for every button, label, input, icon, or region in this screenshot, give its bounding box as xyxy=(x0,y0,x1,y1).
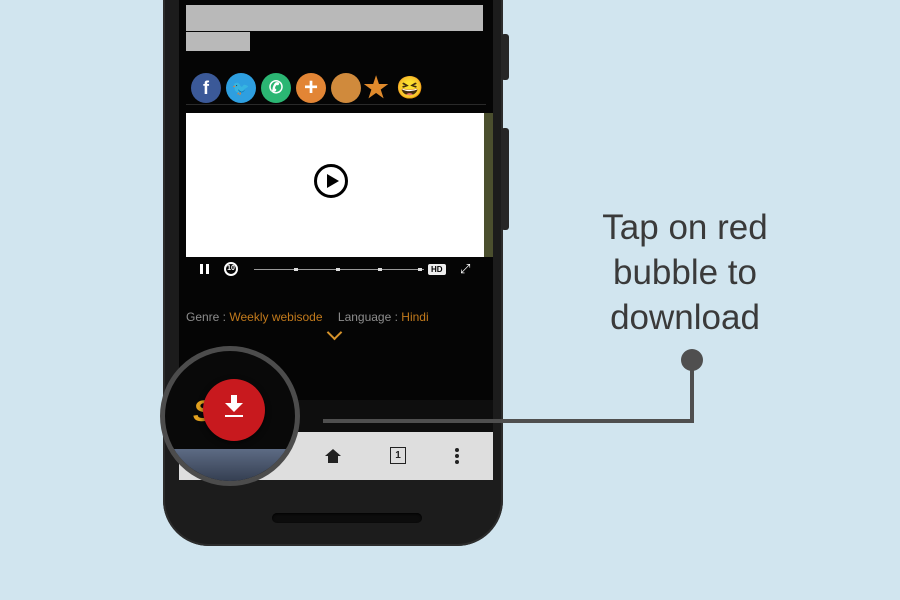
seek-bar[interactable] xyxy=(254,268,424,271)
tabs-icon[interactable]: 1 xyxy=(390,447,406,464)
volume-button xyxy=(501,128,509,230)
quality-badge[interactable]: HD xyxy=(428,264,446,275)
facebook-icon[interactable]: f xyxy=(191,73,221,103)
callout-connector xyxy=(323,419,694,423)
twitter-icon[interactable]: 🐦 xyxy=(226,73,256,103)
play-icon[interactable] xyxy=(314,164,348,198)
power-button xyxy=(501,34,509,80)
language-value: Hindi xyxy=(401,310,429,324)
subtitle-placeholder xyxy=(186,32,250,51)
star-icon[interactable]: ★ xyxy=(361,73,391,103)
callout-line: bubble to xyxy=(612,253,758,292)
seek-marker xyxy=(336,268,340,271)
watch-icon[interactable] xyxy=(331,73,361,103)
title-placeholder xyxy=(186,5,483,31)
plus-icon[interactable]: + xyxy=(296,73,326,103)
genre-value: Weekly webisode xyxy=(229,310,323,324)
magnifier-lens: Sr Vi xyxy=(160,346,300,486)
seek-marker xyxy=(294,268,298,271)
show-meta: Genre : Weekly webisode Language : Hindi xyxy=(186,310,429,324)
home-icon[interactable] xyxy=(325,449,341,463)
tutorial-illustration: f 🐦 ✆ + ★ 😆 10 HD ⤢ Genre : Weekly webis… xyxy=(0,0,900,600)
language-label: Language : xyxy=(337,310,398,324)
emoji-icon[interactable]: 😆 xyxy=(395,73,425,103)
phone-speaker xyxy=(272,513,422,523)
more-menu-icon[interactable] xyxy=(455,448,459,452)
lens-thumbnail xyxy=(165,449,295,481)
pause-icon[interactable] xyxy=(200,264,203,274)
genre-label: Genre : xyxy=(186,310,227,324)
share-bar: f 🐦 ✆ + ★ 😆 xyxy=(189,73,489,105)
whatsapp-icon[interactable]: ✆ xyxy=(261,73,291,103)
fullscreen-icon[interactable]: ⤢ xyxy=(460,261,470,277)
player-controls: 10 HD ⤢ xyxy=(186,260,484,280)
seek-marker xyxy=(378,268,382,271)
callout-line: Tap on red xyxy=(602,208,768,247)
divider xyxy=(186,104,486,105)
video-player[interactable] xyxy=(186,113,484,257)
download-bubble-button[interactable] xyxy=(203,379,265,441)
download-icon xyxy=(224,395,244,419)
instruction-callout: Tap on red bubble to download xyxy=(575,205,795,340)
replay-10-icon[interactable]: 10 xyxy=(224,262,238,276)
video-thumbnail-edge xyxy=(484,113,493,257)
seek-marker xyxy=(418,268,422,271)
callout-dot xyxy=(681,349,703,371)
callout-line: download xyxy=(610,298,760,337)
